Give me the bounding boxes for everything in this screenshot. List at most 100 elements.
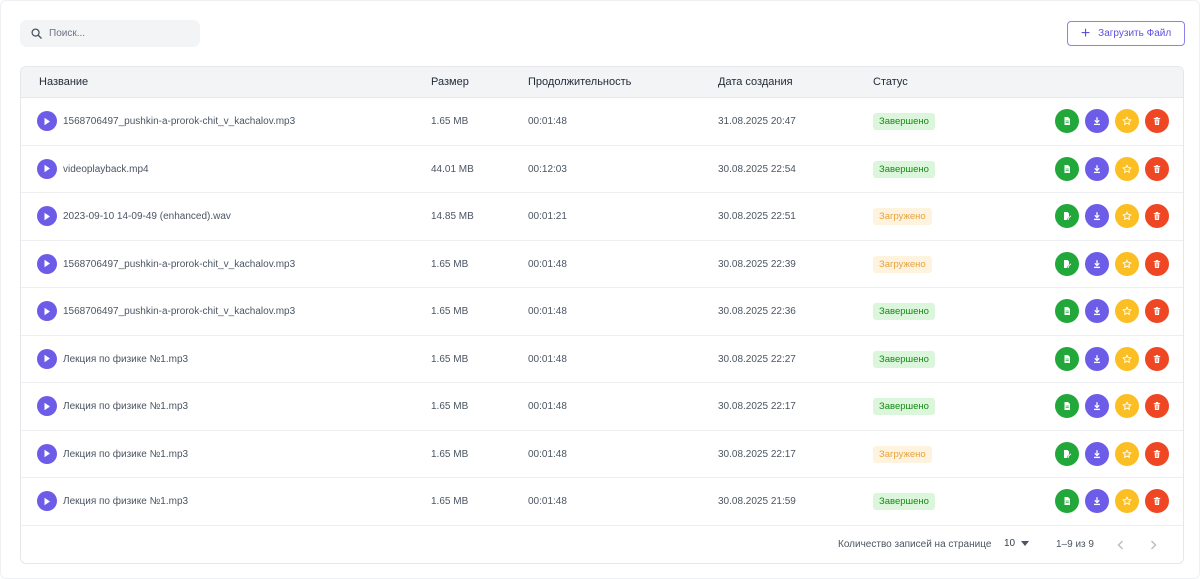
delete-button[interactable] xyxy=(1145,156,1169,181)
document-icon xyxy=(1062,496,1072,506)
view-transcript-button[interactable] xyxy=(1055,109,1079,133)
file-size: 44.01 MB xyxy=(431,163,474,175)
file-duration: 00:01:48 xyxy=(528,116,567,127)
file-name[interactable]: Лекция по физике №1.mp3 xyxy=(63,336,188,383)
download-button[interactable] xyxy=(1085,394,1109,418)
star-icon xyxy=(1122,496,1132,506)
favorite-button[interactable] xyxy=(1115,251,1139,276)
view-transcript-button[interactable] xyxy=(1055,489,1079,513)
row-actions xyxy=(1055,109,1169,133)
search-input[interactable] xyxy=(49,28,179,39)
view-transcript-button[interactable] xyxy=(1055,204,1079,228)
upload-file-label: Загрузить Файл xyxy=(1098,28,1172,39)
table-row[interactable]: Лекция по физике №1.mp3 1.65 MB 00:01:48 30… xyxy=(21,431,1183,478)
play-button[interactable] xyxy=(37,158,57,179)
table-row[interactable]: 2023-09-10 14-09-49 (enhanced).wav 14.85 … xyxy=(21,193,1183,241)
file-name[interactable]: Лекция по физике №1.mp3 xyxy=(63,478,188,525)
file-created-date: 30.08.2025 22:51 xyxy=(718,211,796,222)
view-transcript-button[interactable] xyxy=(1055,299,1079,323)
row-actions xyxy=(1055,441,1169,466)
file-name[interactable]: 1568706497_pushkin-a-prorok-chit_v_kacha… xyxy=(63,98,295,145)
file-name[interactable]: Лекция по физике №1.mp3 xyxy=(63,383,188,430)
view-transcript-button[interactable] xyxy=(1055,394,1079,418)
file-name[interactable]: 1568706497_pushkin-a-prorok-chit_v_kacha… xyxy=(63,288,295,335)
file-duration: 00:01:48 xyxy=(528,258,567,270)
download-button[interactable] xyxy=(1085,156,1109,181)
star-icon xyxy=(1122,211,1132,221)
prev-page-button[interactable] xyxy=(1112,537,1128,553)
play-button[interactable] xyxy=(37,253,57,274)
favorite-button[interactable] xyxy=(1115,109,1139,133)
favorite-button[interactable] xyxy=(1115,299,1139,323)
play-button[interactable] xyxy=(37,443,57,464)
play-button[interactable] xyxy=(37,396,57,416)
download-icon xyxy=(1092,259,1102,269)
view-transcript-button[interactable] xyxy=(1055,251,1079,276)
delete-button[interactable] xyxy=(1145,441,1169,466)
table-row[interactable]: Лекция по физике №1.mp3 1.65 MB 00:01:48 30… xyxy=(21,336,1183,383)
next-page-button[interactable] xyxy=(1145,537,1161,553)
delete-button[interactable] xyxy=(1145,109,1169,133)
table-row[interactable]: Лекция по физике №1.mp3 1.65 MB 00:01:48 30… xyxy=(21,478,1183,526)
delete-button[interactable] xyxy=(1145,346,1169,371)
file-duration: 00:01:21 xyxy=(528,211,567,222)
table-row[interactable]: 1568706497_pushkin-a-prorok-chit_v_kacha… xyxy=(21,98,1183,146)
favorite-button[interactable] xyxy=(1115,394,1139,418)
upload-file-button[interactable]: + Загрузить Файл xyxy=(1067,21,1185,46)
file-name[interactable]: Лекция по физике №1.mp3 xyxy=(63,431,188,478)
download-button[interactable] xyxy=(1085,299,1109,323)
download-button[interactable] xyxy=(1085,109,1109,133)
view-transcript-button[interactable] xyxy=(1055,156,1079,181)
row-actions xyxy=(1055,251,1169,276)
favorite-button[interactable] xyxy=(1115,346,1139,371)
favorite-button[interactable] xyxy=(1115,489,1139,513)
table-row[interactable]: 1568706497_pushkin-a-prorok-chit_v_kacha… xyxy=(21,241,1183,288)
star-icon xyxy=(1122,259,1132,269)
file-name[interactable]: videoplayback.mp4 xyxy=(63,146,149,193)
chevron-right-icon xyxy=(1150,540,1156,550)
column-header-created[interactable]: Дата создания xyxy=(718,67,793,98)
search-box[interactable] xyxy=(20,20,200,47)
delete-button[interactable] xyxy=(1145,299,1169,323)
trash-icon xyxy=(1152,306,1162,316)
download-button[interactable] xyxy=(1085,441,1109,466)
document-edit-icon xyxy=(1062,449,1072,459)
delete-button[interactable] xyxy=(1145,251,1169,276)
file-created-date: 30.08.2025 22:54 xyxy=(718,163,796,175)
file-duration: 00:01:48 xyxy=(528,353,567,365)
play-button[interactable] xyxy=(37,491,57,511)
file-size: 1.65 MB xyxy=(431,258,469,270)
view-transcript-button[interactable] xyxy=(1055,441,1079,466)
download-button[interactable] xyxy=(1085,204,1109,228)
delete-button[interactable] xyxy=(1145,204,1169,228)
column-header-name[interactable]: Название xyxy=(39,67,88,98)
play-button[interactable] xyxy=(37,206,57,226)
favorite-button[interactable] xyxy=(1115,441,1139,466)
column-header-duration[interactable]: Продолжительность xyxy=(528,67,631,98)
favorite-button[interactable] xyxy=(1115,156,1139,181)
column-header-status[interactable]: Статус xyxy=(873,67,908,98)
download-button[interactable] xyxy=(1085,489,1109,513)
view-transcript-button[interactable] xyxy=(1055,346,1079,371)
table-row[interactable]: Лекция по физике №1.mp3 1.65 MB 00:01:48 30… xyxy=(21,383,1183,431)
download-button[interactable] xyxy=(1085,251,1109,276)
table-row[interactable]: videoplayback.mp4 44.01 MB 00:12:03 30.08.2… xyxy=(21,146,1183,193)
file-size: 1.65 MB xyxy=(431,401,469,412)
table-row[interactable]: 1568706497_pushkin-a-prorok-chit_v_kacha… xyxy=(21,288,1183,336)
rows-per-page-select[interactable]: 10 xyxy=(1004,538,1030,549)
play-icon xyxy=(44,164,50,173)
play-button[interactable] xyxy=(37,301,57,321)
file-name[interactable]: 1568706497_pushkin-a-prorok-chit_v_kacha… xyxy=(63,241,295,288)
favorite-button[interactable] xyxy=(1115,204,1139,228)
download-button[interactable] xyxy=(1085,346,1109,371)
file-created-date: 30.08.2025 22:27 xyxy=(718,353,796,365)
delete-button[interactable] xyxy=(1145,489,1169,513)
trash-icon xyxy=(1152,449,1162,459)
column-header-size[interactable]: Размер xyxy=(431,67,469,98)
file-name[interactable]: 2023-09-10 14-09-49 (enhanced).wav xyxy=(63,193,231,240)
delete-button[interactable] xyxy=(1145,394,1169,418)
file-size: 1.65 MB xyxy=(431,448,469,460)
play-button[interactable] xyxy=(37,111,57,131)
file-duration: 00:12:03 xyxy=(528,163,567,175)
play-button[interactable] xyxy=(37,348,57,369)
